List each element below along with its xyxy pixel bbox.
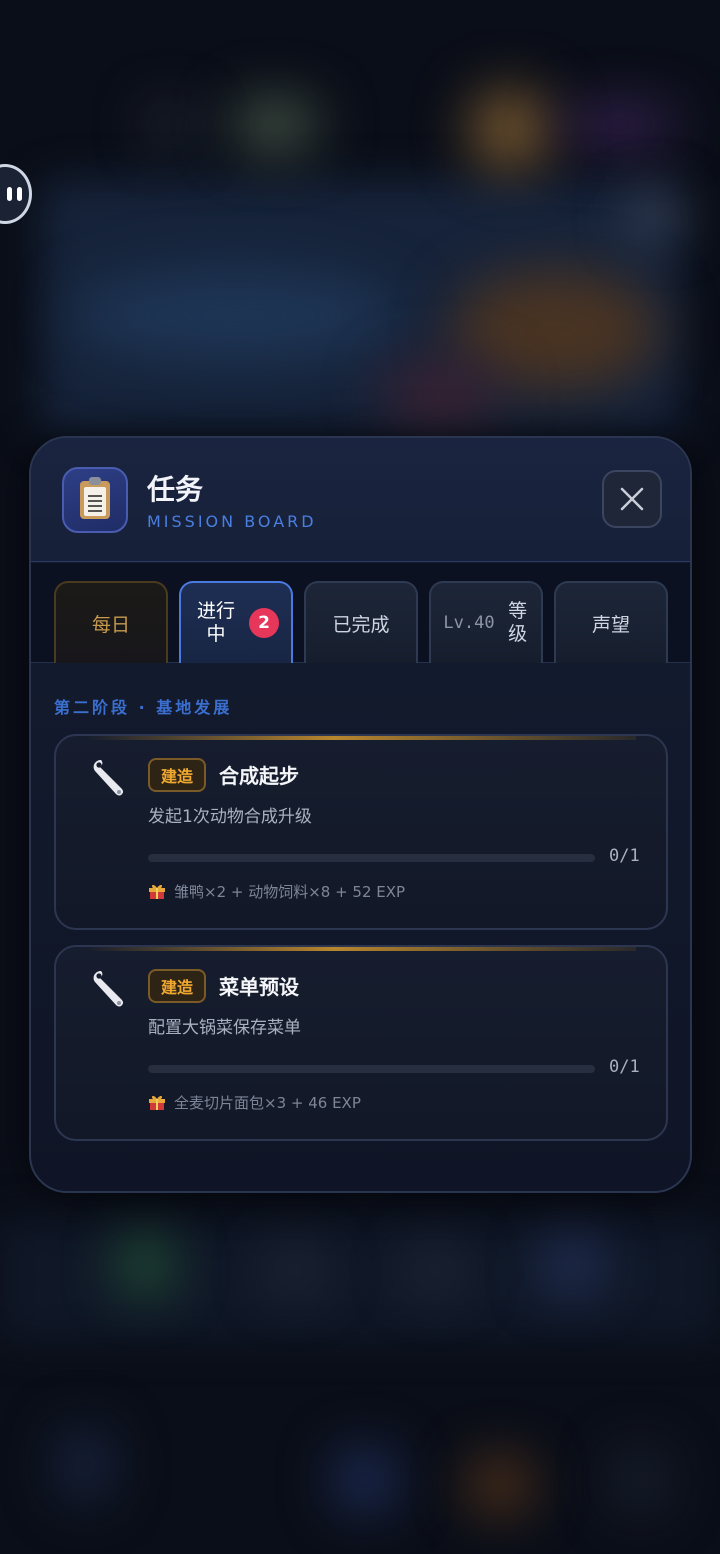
modal-title: 任务: [147, 473, 204, 506]
mission-tag: 建造: [148, 758, 206, 792]
modal-subtitle: MISSION BOARD: [147, 512, 317, 531]
tab-reputation-label: 声望: [591, 613, 630, 636]
tab-in-progress[interactable]: 进行 中 2: [179, 581, 293, 663]
progress-text: 0/1: [609, 846, 640, 866]
mission-reward: 雏鸭×2 + 动物饲料×8 + 52 EXP: [174, 883, 406, 901]
avatar-eye-right: [17, 187, 22, 201]
modal-header: 任务 MISSION BOARD: [31, 438, 690, 562]
wrench-icon: [93, 760, 124, 796]
progress-text: 0/1: [609, 1057, 640, 1077]
tab-completed-label: 已完成: [332, 613, 390, 636]
tab-level[interactable]: Lv.40 等 级: [429, 581, 543, 663]
mission-tag: 建造: [148, 969, 206, 1003]
tab-daily[interactable]: 每日: [54, 581, 168, 663]
progress-bar: [148, 854, 595, 862]
mission-description: 发起1次动物合成升级: [148, 807, 312, 827]
mission-title: 合成起步: [219, 764, 299, 788]
progress-bar: [148, 1065, 595, 1073]
close-button[interactable]: [602, 470, 662, 528]
close-icon: [620, 487, 644, 511]
mission-description: 配置大锅菜保存菜单: [148, 1018, 301, 1038]
avatar-eye-left: [7, 187, 12, 201]
mission-reward: 全麦切片面包×3 + 46 EXP: [174, 1094, 361, 1112]
mission-board-modal: 任务 MISSION BOARD 每日 进行 中 2 已完成 Lv.40 等 级: [29, 436, 692, 1193]
mission-title: 菜单预设: [219, 975, 299, 999]
gift-icon: [149, 1095, 165, 1110]
tab-completed[interactable]: 已完成: [304, 581, 418, 663]
tab-level-value: Lv.40: [443, 613, 495, 633]
clipboard-icon: [62, 467, 128, 533]
mission-card[interactable]: 建造 菜单预设 配置大锅菜保存菜单 0/1 全麦切片面包×3 + 46 EXP: [54, 945, 668, 1141]
tab-in-progress-label: 进行 中: [196, 600, 235, 645]
gift-icon: [149, 884, 165, 899]
wrench-icon: [93, 971, 124, 1007]
count-badge: 2: [249, 608, 279, 638]
tabs-bar: 每日 进行 中 2 已完成 Lv.40 等 级 声望: [31, 563, 690, 663]
tab-reputation[interactable]: 声望: [554, 581, 668, 663]
mission-card[interactable]: 建造 合成起步 发起1次动物合成升级 0/1 雏鸭×2 + 动物饲料×8 + 5…: [54, 734, 668, 930]
tab-level-label: 等 级: [508, 600, 528, 645]
tab-daily-label: 每日: [91, 613, 130, 636]
stage-title: 第二阶段 · 基地发展: [54, 698, 233, 717]
